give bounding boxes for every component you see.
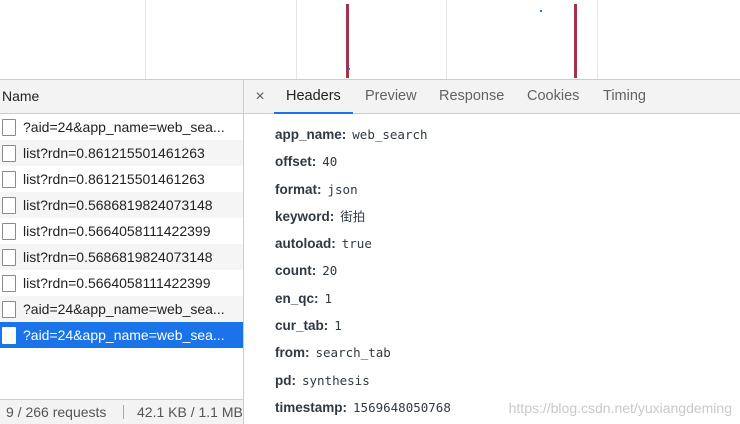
param-key: keyword: bbox=[275, 208, 335, 224]
status-divider bbox=[123, 405, 124, 419]
param-value: search_tab bbox=[315, 345, 391, 361]
request-row[interactable]: list?rdn=0.5686819824073148 bbox=[0, 192, 243, 218]
query-param-row: en_qc: 1 bbox=[275, 285, 451, 312]
document-icon bbox=[2, 223, 16, 240]
request-name: ?aid=24&app_name=web_sea... bbox=[23, 119, 225, 135]
watermark-text: https://blog.csdn.net/yuxiangdeming bbox=[508, 400, 732, 416]
request-row[interactable]: list?rdn=0.5664058111422399 bbox=[0, 218, 243, 244]
transfer-size: 42.1 KB / 1.1 MB bbox=[137, 404, 243, 420]
timeline-request-bar bbox=[346, 4, 349, 78]
name-column-header[interactable]: Name bbox=[0, 80, 243, 114]
tab-timing[interactable]: Timing bbox=[603, 80, 646, 113]
request-name: list?rdn=0.5664058111422399 bbox=[23, 275, 211, 291]
query-string-parameters: app_name: web_search offset: 40 format: json k… bbox=[275, 121, 451, 421]
request-name: list?rdn=0.861215501461263 bbox=[23, 171, 205, 187]
param-value: 1569648050768 bbox=[353, 399, 451, 415]
timeline-grid-line bbox=[446, 0, 447, 79]
request-name: ?aid=24&app_name=web_sea... bbox=[23, 327, 225, 343]
request-name: list?rdn=0.5664058111422399 bbox=[23, 223, 211, 239]
param-value: 40 bbox=[322, 154, 338, 170]
request-row[interactable]: list?rdn=0.5664058111422399 bbox=[0, 270, 243, 296]
param-key: app_name: bbox=[275, 127, 347, 142]
document-icon bbox=[2, 145, 16, 162]
timeline-request-dot bbox=[540, 10, 542, 12]
param-key: en_qc: bbox=[275, 290, 319, 306]
network-overview-timeline[interactable] bbox=[0, 0, 740, 80]
document-icon bbox=[2, 249, 16, 266]
document-icon bbox=[2, 327, 16, 344]
document-icon bbox=[2, 119, 16, 136]
tab-headers[interactable]: Headers bbox=[274, 80, 353, 114]
query-param-row: app_name: web_search bbox=[275, 121, 451, 148]
document-icon bbox=[2, 275, 16, 292]
timeline-request-bar bbox=[574, 4, 577, 78]
param-key: count: bbox=[275, 263, 317, 279]
param-key: timestamp: bbox=[275, 399, 348, 415]
request-list-panel: Name ?aid=24&app_name=web_sea... list?rdn… bbox=[0, 80, 244, 424]
query-param-row: from: search_tab bbox=[275, 339, 451, 366]
request-count: 9 / 266 requests bbox=[6, 404, 107, 420]
tab-response[interactable]: Response bbox=[439, 80, 504, 113]
query-param-row: cur_tab: 1 bbox=[275, 312, 451, 339]
query-param-row: timestamp: 1569648050768 bbox=[275, 394, 451, 421]
param-value: true bbox=[341, 236, 372, 252]
document-icon bbox=[2, 301, 16, 318]
param-value: 1 bbox=[324, 290, 333, 306]
request-name: list?rdn=0.5686819824073148 bbox=[23, 197, 213, 213]
tab-cookies[interactable]: Cookies bbox=[527, 80, 579, 113]
request-details-panel: × Headers Preview Response Cookies Timin… bbox=[244, 80, 740, 424]
request-row[interactable]: list?rdn=0.5686819824073148 bbox=[0, 244, 243, 270]
query-param-row: keyword: 街拍 bbox=[275, 203, 451, 230]
param-key: pd: bbox=[275, 372, 296, 388]
request-name: ?aid=24&app_name=web_sea... bbox=[23, 301, 225, 317]
param-key: cur_tab: bbox=[275, 318, 329, 334]
timeline-grid-line bbox=[597, 0, 598, 79]
param-value: 20 bbox=[322, 263, 338, 279]
query-param-row: autoload: true bbox=[275, 230, 451, 257]
tab-preview[interactable]: Preview bbox=[365, 80, 417, 113]
request-row[interactable]: list?rdn=0.861215501461263 bbox=[0, 140, 243, 166]
document-icon bbox=[2, 197, 16, 214]
document-icon bbox=[2, 171, 16, 188]
network-status-bar: 9 / 266 requests 42.1 KB / 1.1 MB bbox=[0, 399, 243, 424]
request-row[interactable]: ?aid=24&app_name=web_sea... bbox=[0, 322, 243, 348]
request-row[interactable]: list?rdn=0.861215501461263 bbox=[0, 166, 243, 192]
query-param-row: count: 20 bbox=[275, 257, 451, 284]
timeline-grid-line bbox=[145, 0, 146, 79]
param-key: from: bbox=[275, 345, 310, 361]
request-name: list?rdn=0.861215501461263 bbox=[23, 145, 205, 161]
query-param-row: pd: synthesis bbox=[275, 367, 451, 394]
param-value: 1 bbox=[334, 318, 342, 334]
timeline-grid-line bbox=[296, 0, 297, 79]
close-details-icon[interactable]: × bbox=[253, 80, 267, 113]
param-value: json bbox=[327, 181, 358, 197]
param-key: autoload: bbox=[275, 236, 336, 252]
request-rows: ?aid=24&app_name=web_sea... list?rdn=0.86… bbox=[0, 114, 243, 348]
param-value: 街拍 bbox=[340, 208, 366, 224]
param-value: web_search bbox=[352, 127, 428, 142]
param-key: offset: bbox=[275, 154, 317, 170]
param-key: format: bbox=[275, 181, 322, 197]
request-row[interactable]: ?aid=24&app_name=web_sea... bbox=[0, 114, 243, 140]
query-param-row: format: json bbox=[275, 176, 451, 203]
details-tab-bar: × Headers Preview Response Cookies Timin… bbox=[244, 80, 740, 114]
timeline-request-dot bbox=[348, 68, 350, 70]
query-param-row: offset: 40 bbox=[275, 148, 451, 175]
request-name: list?rdn=0.5686819824073148 bbox=[23, 249, 213, 265]
param-value: synthesis bbox=[302, 372, 370, 388]
request-row[interactable]: ?aid=24&app_name=web_sea... bbox=[0, 296, 243, 322]
